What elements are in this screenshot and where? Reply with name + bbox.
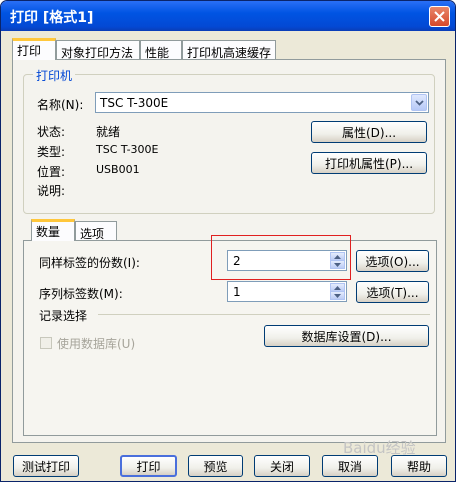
print-tab-panel: 打印机 名称(N): TSC T-300E 状态: 就绪 类型: TSC T-3… — [12, 59, 446, 443]
use-database-label: 使用数据库(U) — [57, 337, 136, 351]
close-icon — [434, 11, 445, 22]
print-dialog: 打印 [格式1] 打印 对象打印方法 性能 打印机高速缓存 打印机 名称(N):… — [0, 0, 456, 482]
tab-print-label: 打印 — [17, 44, 42, 58]
serial-options-button[interactable]: 选项(T)... — [356, 281, 429, 303]
help-button-label: 帮助 — [406, 459, 431, 474]
chevron-down-icon — [414, 99, 424, 106]
preview-button[interactable]: 预览 — [188, 455, 243, 477]
copies-highlight-box — [211, 235, 351, 280]
status-value: 就绪 — [96, 125, 121, 139]
print-button[interactable]: 打印 — [120, 455, 177, 477]
test-print-button[interactable]: 测试打印 — [13, 455, 79, 477]
print-button-label: 打印 — [136, 459, 161, 474]
subtab-quantity-label: 数量 — [36, 225, 61, 239]
serial-label: 序列标签数(M): — [39, 287, 123, 301]
close-button-label: 关闭 — [269, 459, 294, 474]
copies-options-button-label: 选项(O)... — [365, 254, 420, 269]
status-label: 状态: — [37, 125, 66, 139]
subtab-quantity[interactable]: 数量 — [31, 219, 75, 241]
test-print-button-label: 测试打印 — [21, 459, 70, 474]
printer-name-value: TSC T-300E — [100, 96, 169, 110]
window-title: 打印 [格式1] — [10, 10, 94, 26]
quantity-subpanel: 同样标签的份数(I): 2 选项(O)... 序列标签数(M): 1 选项(T)… — [23, 235, 437, 436]
record-selection-title: 记录选择 — [39, 309, 88, 323]
location-value: USB001 — [96, 163, 140, 176]
close-window-button[interactable] — [429, 6, 450, 27]
printer-properties-button[interactable]: 打印机属性(P)... — [311, 152, 427, 174]
serial-decrement-button[interactable] — [330, 291, 345, 300]
title-bar[interactable]: 打印 [格式1] — [1, 1, 455, 31]
help-button[interactable]: 帮助 — [391, 455, 447, 477]
database-settings-button[interactable]: 数据库设置(D)... — [264, 325, 429, 347]
location-label: 位置: — [37, 165, 66, 179]
printer-group-title: 打印机 — [33, 67, 76, 84]
subtab-options[interactable]: 选项 — [75, 221, 117, 241]
tab-printer-cache-label: 打印机高速缓存 — [187, 46, 272, 60]
type-value: TSC T-300E — [96, 143, 159, 156]
cancel-button-label: 取消 — [337, 459, 362, 474]
close-button[interactable]: 关闭 — [254, 455, 310, 477]
properties-button-label: 属性(D)... — [341, 125, 397, 140]
subtab-options-label: 选项 — [80, 227, 105, 241]
properties-button[interactable]: 属性(D)... — [311, 121, 427, 143]
printer-name-label: 名称(N): — [37, 98, 84, 112]
copies-options-button[interactable]: 选项(O)... — [356, 250, 429, 272]
arrow-up-icon — [334, 285, 341, 290]
tab-printer-cache[interactable]: 打印机高速缓存 — [182, 40, 276, 60]
database-settings-button-label: 数据库设置(D)... — [301, 329, 392, 344]
use-database-checkbox[interactable] — [40, 337, 52, 349]
cancel-button[interactable]: 取消 — [322, 455, 378, 477]
printer-dropdown-button[interactable] — [411, 94, 427, 111]
serial-value: 1 — [233, 285, 241, 299]
tab-object-print-method-label: 对象打印方法 — [61, 46, 134, 60]
preview-button-label: 预览 — [203, 459, 228, 474]
tab-performance-label: 性能 — [145, 46, 170, 60]
arrow-down-icon — [334, 293, 341, 298]
printer-name-select[interactable]: TSC T-300E — [95, 92, 429, 113]
serial-spin-input[interactable]: 1 — [227, 281, 347, 302]
tab-print[interactable]: 打印 — [12, 38, 56, 60]
baidu-watermark: Baidu经验 — [343, 439, 416, 457]
comment-label: 说明: — [37, 184, 66, 198]
printer-properties-button-label: 打印机属性(P)... — [324, 156, 414, 171]
serial-options-button-label: 选项(T)... — [366, 285, 419, 300]
tab-performance[interactable]: 性能 — [140, 40, 182, 60]
type-label: 类型: — [37, 145, 66, 159]
tab-object-print-method[interactable]: 对象打印方法 — [56, 40, 140, 60]
record-selection-divider — [98, 314, 430, 315]
copies-label: 同样标签的份数(I): — [39, 256, 140, 270]
